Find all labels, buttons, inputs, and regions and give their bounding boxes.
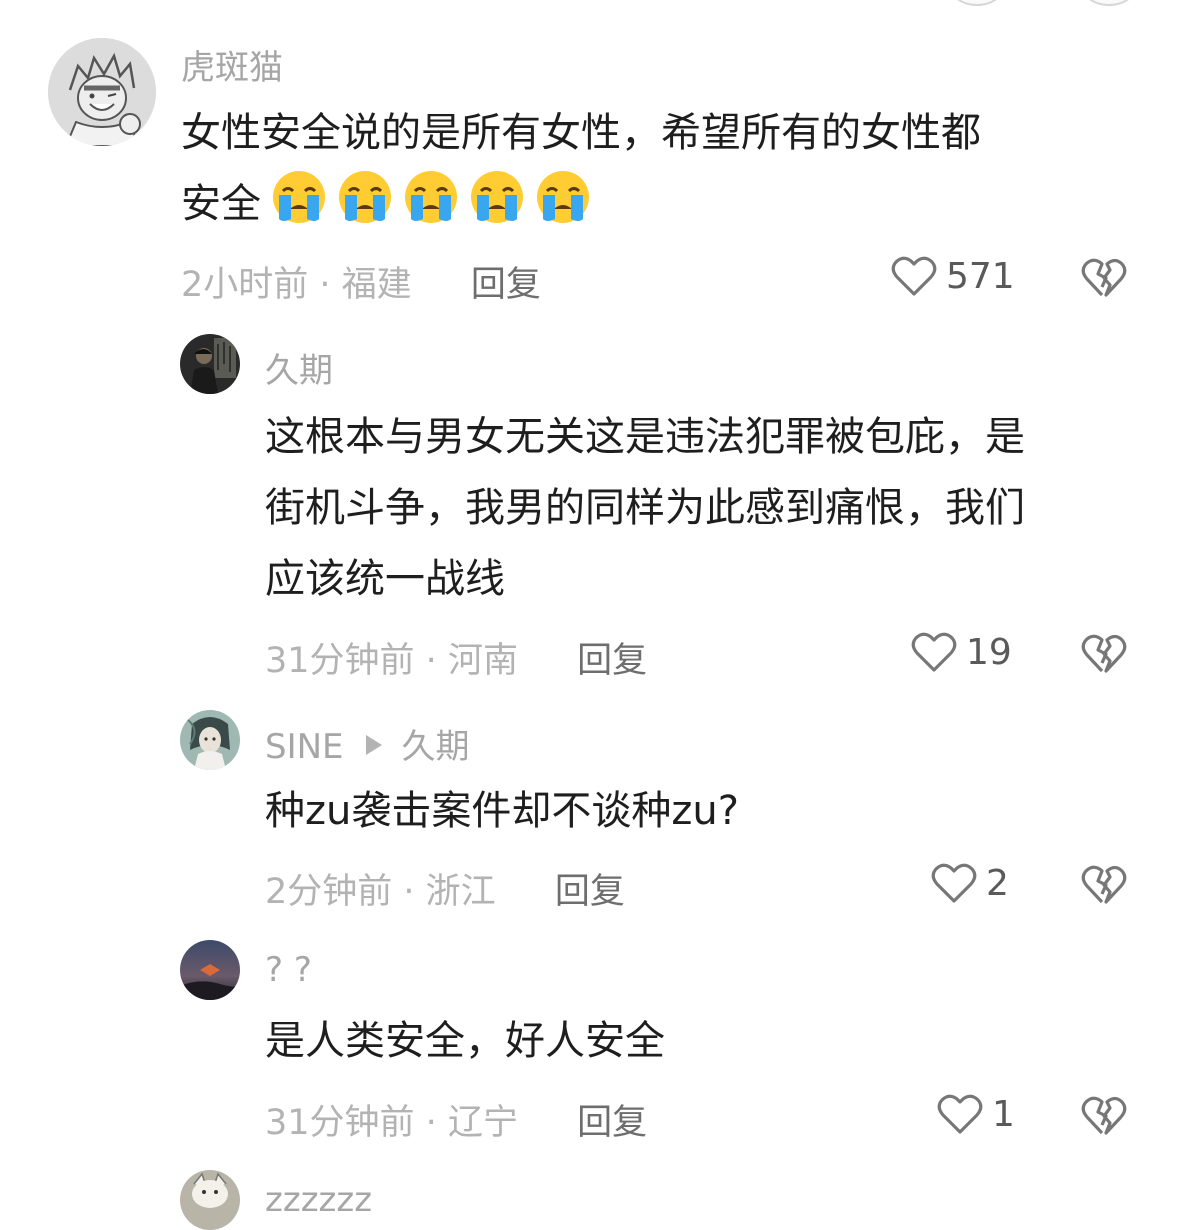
comment-meta: 2分钟前 · 浙江 回复 [265, 863, 625, 914]
avatar[interactable] [180, 334, 240, 394]
meta-separator: · [414, 641, 448, 681]
crying-emoji [535, 169, 591, 225]
reply-button[interactable]: 回复 [471, 265, 541, 305]
username[interactable]: 久期 [265, 343, 333, 392]
comment-location: 浙江 [425, 872, 496, 912]
avatar[interactable] [48, 38, 156, 146]
meta-separator: · [414, 1103, 448, 1143]
dislike-button[interactable] [1080, 861, 1128, 907]
comment-text-line: 应该统一战线 [265, 556, 505, 602]
crying-emoji [403, 169, 459, 225]
comment-location: 辽宁 [447, 1103, 518, 1143]
avatar[interactable] [180, 1170, 240, 1230]
crying-emoji [271, 169, 327, 225]
comment-text-line-text: 安全 [181, 181, 261, 227]
heart-icon [891, 256, 937, 296]
comment-meta: 31分钟前 · 河南 回复 [265, 632, 647, 683]
username[interactable]: ? ? [265, 950, 312, 990]
like-count: 571 [946, 255, 1015, 297]
comment-text-line: 种zu袭击案件却不谈种zu? [265, 788, 739, 834]
meta-separator: · [392, 872, 426, 912]
comment-time: 31分钟前 [265, 641, 415, 681]
comment-text-line: 街机斗争，我男的同样为此感到痛恨，我们 [265, 485, 1025, 531]
broken-heart-icon [1081, 258, 1127, 297]
comment-meta: 2小时前 · 福建 回复 [181, 256, 541, 307]
crying-emoji [337, 169, 393, 225]
like-count: 1 [992, 1093, 1015, 1135]
like-count: 2 [986, 862, 1009, 904]
like-button[interactable]: 2 [930, 859, 1009, 907]
like-button[interactable]: 571 [890, 252, 1015, 300]
comment-time: 2分钟前 [265, 872, 393, 912]
comment-text: 这根本与男女无关这是违法犯罪被包庇，是 街机斗争，我男的同样为此感到痛恨，我们 … [265, 402, 1025, 615]
like-count: 19 [966, 631, 1012, 673]
comment-text: 女性安全说的是所有女性，希望所有的女性都 安全 [181, 98, 981, 240]
broken-heart-icon [1081, 865, 1127, 904]
reply-to-username[interactable]: 久期 [402, 727, 470, 767]
avatar[interactable] [180, 710, 240, 770]
clipped-top-control [948, 0, 1006, 6]
clipped-top-control [1080, 0, 1138, 6]
username-text[interactable]: SINE [265, 727, 344, 767]
reply-button[interactable]: 回复 [555, 872, 625, 912]
crying-emoji [469, 169, 525, 225]
reply-arrow-icon [365, 735, 382, 755]
username[interactable]: SINE 久期 [265, 719, 470, 768]
reply-button[interactable]: 回复 [577, 641, 647, 681]
comment-location: 河南 [447, 641, 518, 681]
comment-text-line: 女性安全说的是所有女性，希望所有的女性都 [181, 110, 981, 156]
like-button[interactable]: 1 [936, 1090, 1015, 1138]
heart-icon [911, 632, 957, 672]
comment-text-line: 这根本与男女无关这是违法犯罪被包庇，是 [265, 414, 1025, 460]
heart-icon [937, 1094, 983, 1134]
dislike-button[interactable] [1080, 630, 1128, 676]
comment-text-line: 是人类安全，好人安全 [265, 1018, 665, 1064]
comment-time: 2小时前 [181, 265, 309, 305]
comment-location: 福建 [341, 265, 412, 305]
broken-heart-icon [1081, 634, 1127, 673]
username[interactable]: 虎斑猫 [181, 40, 283, 89]
dislike-button[interactable] [1080, 1092, 1128, 1138]
dislike-button[interactable] [1080, 254, 1128, 300]
comment-meta: 31分钟前 · 辽宁 回复 [265, 1094, 647, 1145]
avatar[interactable] [180, 940, 240, 1000]
reply-button[interactable]: 回复 [577, 1103, 647, 1143]
comment-text: 种zu袭击案件却不谈种zu? [265, 776, 739, 847]
comment-text: 是人类安全，好人安全 [265, 1006, 665, 1077]
like-button[interactable]: 19 [910, 628, 1012, 676]
broken-heart-icon [1081, 1096, 1127, 1135]
heart-icon [931, 863, 977, 903]
username[interactable]: zzzzzz [265, 1180, 372, 1220]
meta-separator: · [308, 265, 342, 305]
comment-text-line: 安全 [181, 169, 981, 240]
comment-time: 31分钟前 [265, 1103, 415, 1143]
